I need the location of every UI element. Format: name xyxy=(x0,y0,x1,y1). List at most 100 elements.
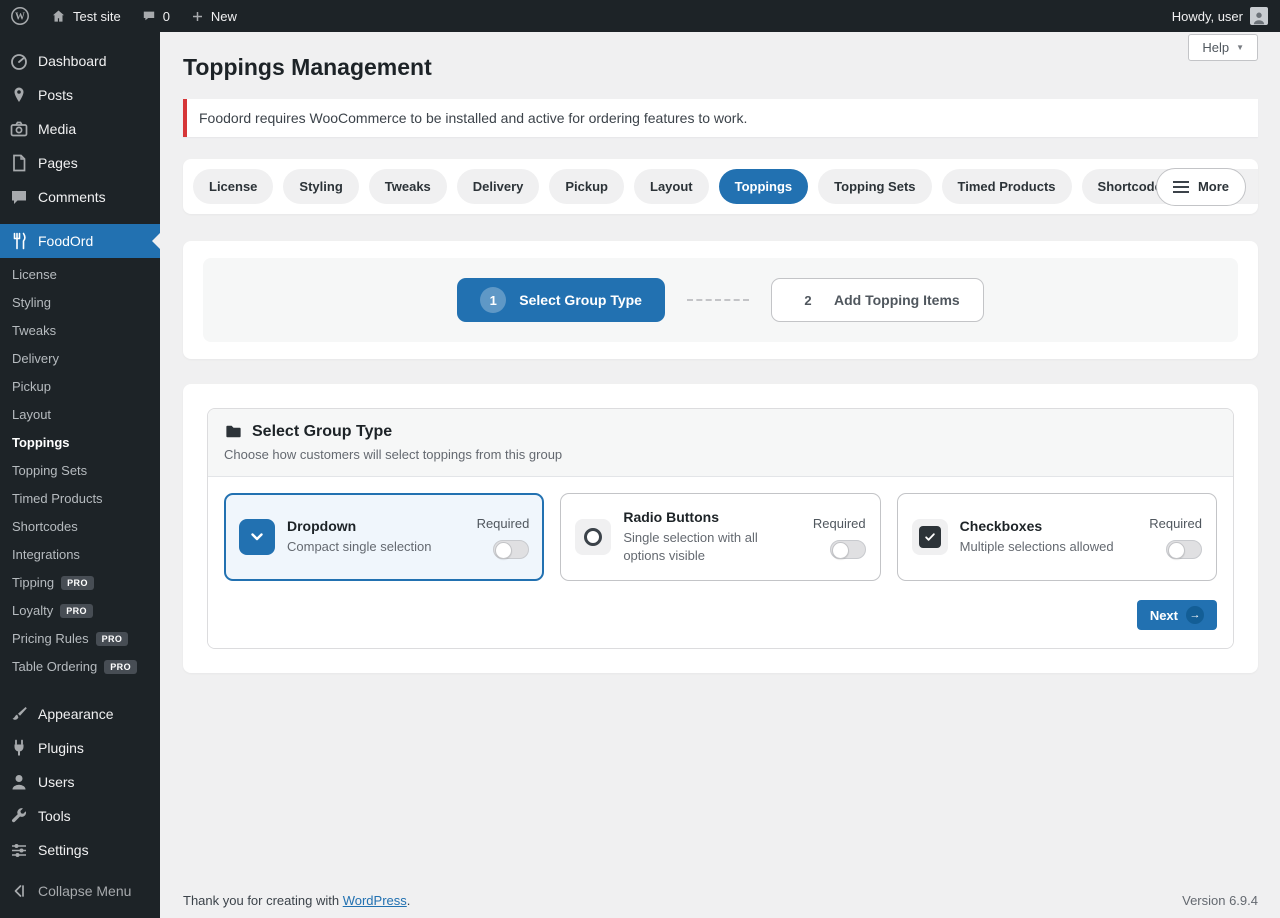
submenu-item-layout[interactable]: Layout xyxy=(0,401,160,429)
tab-license[interactable]: License xyxy=(193,169,273,204)
pro-badge: PRO xyxy=(60,604,93,618)
tab-tweaks[interactable]: Tweaks xyxy=(369,169,447,204)
step-label: Select Group Type xyxy=(519,292,642,308)
option-description: Single selection with all options visibl… xyxy=(623,529,801,564)
sidebar-label: FoodOrd xyxy=(38,231,93,251)
step-select-group-type[interactable]: 1 Select Group Type xyxy=(457,278,665,322)
option-description: Multiple selections allowed xyxy=(960,538,1138,556)
sidebar-item-dashboard[interactable]: Dashboard xyxy=(0,44,160,78)
new-menu[interactable]: New xyxy=(180,0,247,32)
required-label: Required xyxy=(477,516,530,531)
submenu-item-tipping[interactable]: Tipping PRO xyxy=(0,569,160,597)
plugin-icon xyxy=(9,738,29,758)
sliders-icon xyxy=(9,840,29,860)
submenu-item-styling[interactable]: Styling xyxy=(0,289,160,317)
site-name: Test site xyxy=(73,9,121,24)
arrow-right-icon: → xyxy=(1186,606,1204,624)
hamburger-icon xyxy=(1173,181,1189,193)
comments-menu[interactable]: 0 xyxy=(131,0,180,32)
wordpress-logo[interactable]: W xyxy=(0,0,40,32)
submenu-label: Layout xyxy=(12,407,51,423)
step-number: 2 xyxy=(795,287,821,313)
tab-toppings[interactable]: Toppings xyxy=(719,169,809,204)
required-toggle-dropdown[interactable] xyxy=(493,540,529,559)
collapse-icon xyxy=(9,881,29,901)
sidebar-label: Tools xyxy=(38,806,71,826)
submenu-item-pickup[interactable]: Pickup xyxy=(0,373,160,401)
submenu-item-loyalty[interactable]: LoyaltyPRO xyxy=(0,597,160,625)
section-body: Dropdown Compact single selection Requir… xyxy=(208,477,1233,648)
pin-icon xyxy=(9,85,29,105)
home-icon xyxy=(50,8,67,25)
site-menu[interactable]: Test site xyxy=(40,0,131,32)
submenu-item-timed-products[interactable]: Timed Products xyxy=(0,485,160,513)
sidebar-item-foodord[interactable]: FoodOrd xyxy=(0,224,160,258)
pro-badge: PRO xyxy=(61,576,94,590)
sidebar-label: Settings xyxy=(38,840,89,860)
help-label: Help xyxy=(1202,40,1229,55)
submenu-item-tweaks[interactable]: Tweaks xyxy=(0,317,160,345)
sidebar-item-plugins[interactable]: Plugins xyxy=(0,731,160,765)
option-description: Compact single selection xyxy=(287,538,465,556)
required-label: Required xyxy=(813,516,866,531)
next-button[interactable]: Next → xyxy=(1137,600,1217,630)
option-dropdown[interactable]: Dropdown Compact single selection Requir… xyxy=(224,493,544,581)
sidebar-item-pages[interactable]: Pages xyxy=(0,146,160,180)
sidebar-item-posts[interactable]: Posts xyxy=(0,78,160,112)
required-toggle-radio[interactable] xyxy=(830,540,866,559)
tab-timed-products[interactable]: Timed Products xyxy=(942,169,1072,204)
submenu-item-table-ordering[interactable]: Table Ordering PRO xyxy=(0,653,160,681)
wordpress-link[interactable]: WordPress xyxy=(343,893,407,908)
tab-layout[interactable]: Layout xyxy=(634,169,709,204)
option-radio-buttons[interactable]: Radio Buttons Single selection with all … xyxy=(560,493,880,581)
sidebar-item-comments[interactable]: Comments xyxy=(0,180,160,214)
submenu-label: Table Ordering xyxy=(12,659,97,675)
required-toggle-checkboxes[interactable] xyxy=(1166,540,1202,559)
required-label: Required xyxy=(1149,516,1202,531)
sidebar-label: Media xyxy=(38,119,76,139)
sidebar-item-tools[interactable]: Tools xyxy=(0,799,160,833)
group-type-card: Select Group Type Choose how customers w… xyxy=(183,384,1258,673)
comments-count: 0 xyxy=(163,9,170,24)
more-button[interactable]: More xyxy=(1156,168,1246,206)
folder-icon xyxy=(224,422,243,441)
step-add-topping-items[interactable]: 2 Add Topping Items xyxy=(771,278,984,322)
tab-pickup[interactable]: Pickup xyxy=(549,169,624,204)
caret-down-icon: ▼ xyxy=(1236,43,1244,52)
submenu-item-toppings[interactable]: Toppings xyxy=(0,429,160,457)
pro-badge: PRO xyxy=(104,660,137,674)
help-button[interactable]: Help ▼ xyxy=(1188,34,1258,61)
section-header: Select Group Type Choose how customers w… xyxy=(208,409,1233,477)
pro-badge: PRO xyxy=(96,632,129,646)
submenu-label: Pricing Rules xyxy=(12,631,89,647)
tab-topping-sets[interactable]: Topping Sets xyxy=(818,169,931,204)
submenu-item-integrations[interactable]: Integrations xyxy=(0,541,160,569)
collapse-menu-button[interactable]: Collapse Menu xyxy=(0,874,160,908)
howdy-menu[interactable]: Howdy, user xyxy=(1172,9,1243,24)
sidebar-item-media[interactable]: Media xyxy=(0,112,160,146)
submenu-item-pricing-rules[interactable]: Pricing Rules PRO xyxy=(0,625,160,653)
plus-icon xyxy=(190,9,205,24)
sidebar-item-appearance[interactable]: Appearance xyxy=(0,697,160,731)
submenu-label: Tipping xyxy=(12,575,54,591)
svg-text:W: W xyxy=(15,12,25,23)
submenu-item-shortcodes[interactable]: Shortcodes xyxy=(0,513,160,541)
submenu-item-topping-sets[interactable]: Topping Sets xyxy=(0,457,160,485)
tabs-bar: License Styling Tweaks Delivery Pickup L… xyxy=(183,159,1258,214)
tab-styling[interactable]: Styling xyxy=(283,169,358,204)
new-label: New xyxy=(211,9,237,24)
page-title: Toppings Management xyxy=(183,53,1258,82)
submenu-item-license[interactable]: License xyxy=(0,261,160,289)
sidebar-item-settings[interactable]: Settings xyxy=(0,833,160,867)
option-checkboxes[interactable]: Checkboxes Multiple selections allowed R… xyxy=(897,493,1217,581)
sidebar-item-users[interactable]: Users xyxy=(0,765,160,799)
wordpress-icon: W xyxy=(10,6,30,26)
collapse-label: Collapse Menu xyxy=(38,881,131,901)
submenu-item-delivery[interactable]: Delivery xyxy=(0,345,160,373)
sidebar-label: Pages xyxy=(38,153,78,173)
dashboard-icon xyxy=(9,51,29,71)
stepper: 1 Select Group Type 2 Add Topping Items xyxy=(203,258,1238,342)
section-subtitle: Choose how customers will select topping… xyxy=(224,447,1217,462)
footer-thanks: Thank you for creating with WordPress. xyxy=(183,893,410,908)
tab-delivery[interactable]: Delivery xyxy=(457,169,540,204)
